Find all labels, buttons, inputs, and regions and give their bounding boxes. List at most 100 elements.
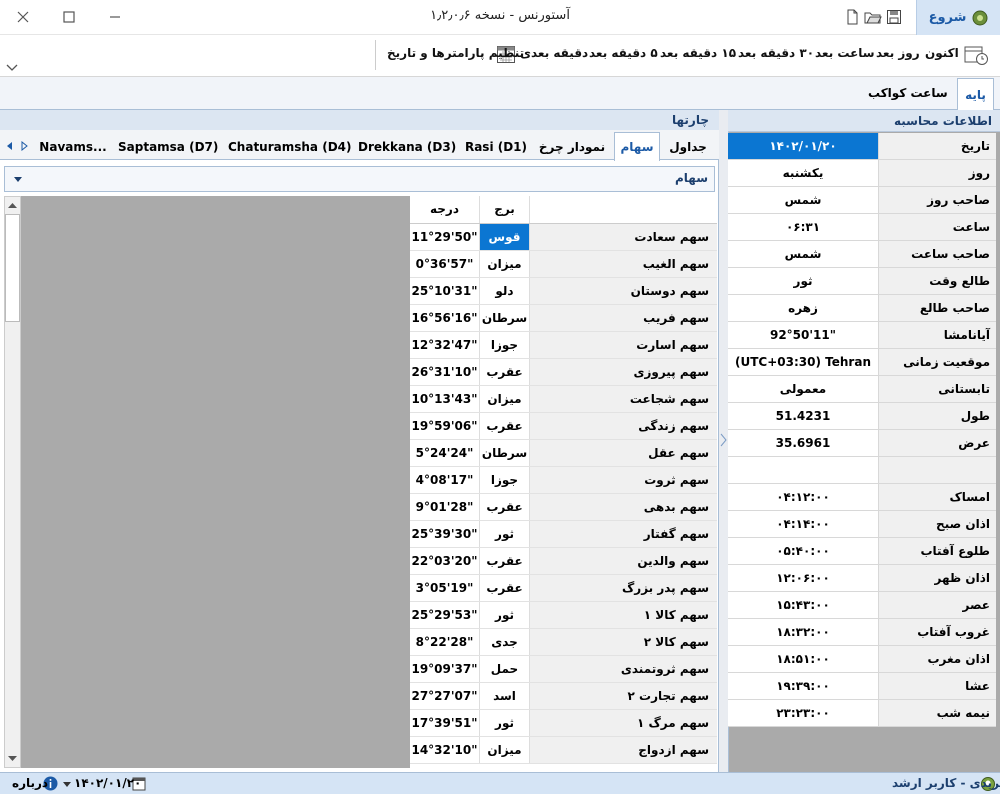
start-tab[interactable]: شروع bbox=[916, 0, 1000, 35]
info-row[interactable]: (UTC+03:30) Tehran موقعیت زمانی bbox=[728, 349, 996, 376]
lot-name: سهم ثروتمندی bbox=[530, 656, 717, 682]
table-row[interactable]: 4°08'17" جوزا سهم ثروت bbox=[410, 467, 717, 494]
table-row[interactable]: 26°31'10" عقرب سهم پیروزی bbox=[410, 359, 717, 386]
table-row[interactable]: 11°29'50" قوس سهم سعادت bbox=[410, 224, 717, 251]
tabs-scroll-left-button[interactable] bbox=[5, 140, 13, 154]
info-row[interactable]: ۰۴:۱۴:۰۰ اذان صبح bbox=[728, 511, 996, 538]
info-row[interactable]: ۲۳:۲۳:۰۰ نیمه شب bbox=[728, 700, 996, 727]
table-row[interactable]: 19°09'37" حمل سهم ثروتمندی bbox=[410, 656, 717, 683]
lot-sign: اسد bbox=[480, 683, 530, 709]
open-folder-icon[interactable] bbox=[864, 9, 882, 25]
info-row[interactable]: ۰۴:۱۲:۰۰ امساک bbox=[728, 484, 996, 511]
minimize-button[interactable] bbox=[92, 0, 138, 34]
info-row[interactable]: ۱۲:۰۶:۰۰ اذان ظهر bbox=[728, 565, 996, 592]
tab-wheel-chart[interactable]: نمودار چرخ bbox=[536, 134, 608, 160]
set-params-button[interactable]: تنظیم پارامترها و تاریخ bbox=[387, 46, 524, 60]
info-row-label: طول bbox=[878, 403, 996, 429]
tab-navamsa[interactable]: Navams... bbox=[36, 134, 110, 160]
info-row[interactable]: شمس صاحب ساعت bbox=[728, 241, 996, 268]
info-row[interactable]: ۱۹:۳۹:۰۰ عشا bbox=[728, 673, 996, 700]
tab-rasi[interactable]: Rasi (D1) bbox=[462, 134, 530, 160]
lot-degree: 25°39'30" bbox=[410, 521, 480, 547]
day-after-button[interactable]: روز بعد bbox=[876, 46, 920, 60]
table-row[interactable]: 3°05'19" عقرب سهم پدر بزرگ bbox=[410, 575, 717, 602]
table-row[interactable]: 25°29'53" ثور سهم کالا ۱ bbox=[410, 602, 717, 629]
info-row-value: 35.6961 bbox=[775, 436, 831, 450]
info-row[interactable]: زهره صاحب طالع bbox=[728, 295, 996, 322]
calculation-info-header: اطلاعات محاسبه bbox=[728, 110, 1000, 132]
minute-after-button[interactable]: دقیقه بعدی bbox=[520, 46, 588, 60]
hour-after-button[interactable]: ساعت بعد bbox=[815, 46, 875, 60]
info-row[interactable]: ۱۵:۴۳:۰۰ عصر bbox=[728, 592, 996, 619]
table-row[interactable]: 27°27'07" اسد سهم تجارت ۲ bbox=[410, 683, 717, 710]
about-link[interactable]: درباره bbox=[12, 776, 48, 790]
info-row[interactable] bbox=[728, 457, 996, 484]
table-row[interactable]: 25°39'30" ثور سهم گفتار bbox=[410, 521, 717, 548]
info-row[interactable]: 35.6961 عرض bbox=[728, 430, 996, 457]
tab-chaturamsha[interactable]: Chaturamsha (D4) bbox=[228, 134, 352, 160]
info-row[interactable]: معمولی تابستانی bbox=[728, 376, 996, 403]
info-row[interactable]: شمس صاحب روز bbox=[728, 187, 996, 214]
table-row[interactable]: 5°24'24" سرطان سهم عقل bbox=[410, 440, 717, 467]
new-file-icon[interactable] bbox=[844, 9, 860, 25]
save-icon[interactable] bbox=[886, 9, 902, 25]
info-row[interactable]: 51.4231 طول bbox=[728, 403, 996, 430]
five-min-button[interactable]: ۵ دقیقه بعد bbox=[589, 46, 658, 60]
close-button[interactable] bbox=[0, 0, 46, 34]
lot-sign: دلو bbox=[480, 278, 530, 304]
lot-name: سهم تجارت ۲ bbox=[530, 683, 717, 709]
info-row-value: ۱۲:۰۶:۰۰ bbox=[776, 571, 830, 585]
info-row[interactable]: ۱۸:۳۲:۰۰ غروب آفتاب bbox=[728, 619, 996, 646]
table-row[interactable]: 16°56'16" سرطان سهم فریب bbox=[410, 305, 717, 332]
collapse-ribbon-button[interactable] bbox=[6, 62, 18, 72]
info-row[interactable]: 92°50'11" آیانامشا bbox=[728, 322, 996, 349]
table-row[interactable]: 8°22'28" جدی سهم کالا ۲ bbox=[410, 629, 717, 656]
table-row[interactable]: 0°36'57" میزان سهم الغیب bbox=[410, 251, 717, 278]
info-row[interactable]: ثور طالع وقت bbox=[728, 268, 996, 295]
info-row[interactable]: ۱۴۰۲/۰۱/۲۰ تاریخ bbox=[728, 133, 996, 160]
chevron-down-icon bbox=[6, 64, 18, 71]
scroll-down-icon bbox=[8, 756, 17, 761]
lot-name: سهم مرگ ۱ bbox=[530, 710, 717, 736]
table-row[interactable]: 25°10'31" دلو سهم دوستان bbox=[410, 278, 717, 305]
tab-lots[interactable]: سهام bbox=[614, 134, 660, 160]
quick-access-toolbar bbox=[838, 6, 908, 28]
fifteen-min-button[interactable]: ۱۵ دقیقه بعد bbox=[660, 46, 736, 60]
status-bar: مریدی - کاربر ارشد ۱۴۰۲/۰۱/۲۰ درباره bbox=[0, 772, 1000, 794]
tabs-scroll-right-button[interactable] bbox=[21, 140, 29, 154]
tab-drekkana[interactable]: Drekkana (D3) bbox=[358, 134, 456, 160]
lot-name: سهم بدهی bbox=[530, 494, 717, 520]
status-date[interactable]: ۱۴۰۲/۰۱/۲۰ bbox=[74, 776, 141, 790]
table-row[interactable]: 10°13'43" میزان سهم شجاعت bbox=[410, 386, 717, 413]
table-row[interactable]: 9°01'28" عقرب سهم بدهی bbox=[410, 494, 717, 521]
dropdown-arrow-icon[interactable] bbox=[63, 782, 71, 788]
tab-planetary-hour[interactable]: ساعت کواکب bbox=[868, 86, 948, 100]
table-row[interactable]: 14°32'10" میزان سهم ازدواج bbox=[410, 737, 717, 764]
info-row-value: ۱۸:۳۲:۰۰ bbox=[776, 625, 830, 639]
panel-splitter[interactable] bbox=[719, 110, 728, 772]
lot-name: سهم فریب bbox=[530, 305, 717, 331]
info-row[interactable]: ۰۵:۴۰:۰۰ طلوع آفتاب bbox=[728, 538, 996, 565]
lot-sign: میزان bbox=[480, 251, 530, 277]
table-row[interactable]: 22°03'20" عقرب سهم والدین bbox=[410, 548, 717, 575]
info-row[interactable]: یکشنبه روز bbox=[728, 160, 996, 187]
table-row[interactable]: 12°32'47" جوزا سهم اسارت bbox=[410, 332, 717, 359]
tab-saptamsa[interactable]: Saptamsa (D7) bbox=[118, 134, 218, 160]
info-row-label: عشا bbox=[878, 673, 996, 699]
maximize-icon bbox=[63, 11, 75, 23]
info-row[interactable]: ۰۶:۳۱ ساعت bbox=[728, 214, 996, 241]
thirty-min-button[interactable]: ۳۰ دقیقه بعد bbox=[738, 46, 814, 60]
tab-tables[interactable]: جداول bbox=[664, 134, 712, 160]
info-row-label bbox=[878, 457, 996, 483]
scrollbar-thumb[interactable] bbox=[5, 214, 20, 322]
lot-degree: 14°32'10" bbox=[410, 737, 480, 763]
lots-combobox[interactable]: سهام bbox=[4, 166, 715, 192]
maximize-button[interactable] bbox=[46, 0, 92, 34]
table-row[interactable]: 19°59'06" عقرب سهم زندگی bbox=[410, 413, 717, 440]
info-row-label: عصر bbox=[878, 592, 996, 618]
tab-base[interactable]: پایه bbox=[957, 78, 994, 110]
lot-degree: 16°56'16" bbox=[410, 305, 480, 331]
now-button[interactable]: اکنون bbox=[925, 46, 959, 60]
table-row[interactable]: 17°39'51" ثور سهم مرگ ۱ bbox=[410, 710, 717, 737]
info-row[interactable]: ۱۸:۵۱:۰۰ اذان مغرب bbox=[728, 646, 996, 673]
